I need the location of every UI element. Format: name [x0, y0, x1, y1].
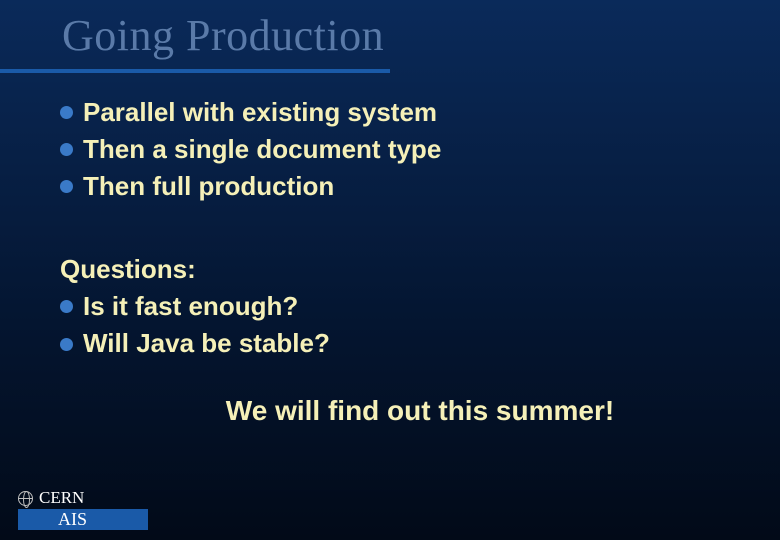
question-item: Will Java be stable?	[60, 326, 740, 361]
bullet-text: Then full production	[83, 169, 334, 204]
slide-content: Parallel with existing system Then a sin…	[0, 73, 780, 429]
bullet-icon	[60, 143, 73, 156]
bullet-icon	[60, 338, 73, 351]
globe-icon	[18, 491, 33, 506]
question-text: Is it fast enough?	[83, 289, 298, 324]
footer: CERN AIS	[18, 488, 148, 530]
bullet-text: Then a single document type	[83, 132, 441, 167]
question-item: Is it fast enough?	[60, 289, 740, 324]
questions-heading: Questions:	[60, 252, 740, 287]
bullet-text: Parallel with existing system	[83, 95, 437, 130]
questions-block: Questions: Is it fast enough? Will Java …	[60, 252, 740, 361]
bullet-icon	[60, 106, 73, 119]
bullet-icon	[60, 300, 73, 313]
bullet-item: Then full production	[60, 169, 740, 204]
bullet-icon	[60, 180, 73, 193]
slide-title: Going Production	[0, 0, 780, 69]
question-text: Will Java be stable?	[83, 326, 330, 361]
bullet-item: Parallel with existing system	[60, 95, 740, 130]
closing-statement: We will find out this summer!	[60, 392, 740, 430]
footer-org-line: CERN	[18, 488, 148, 508]
bullet-item: Then a single document type	[60, 132, 740, 167]
footer-org: CERN	[39, 488, 84, 508]
footer-dept-bar: AIS	[18, 509, 148, 530]
footer-dept: AIS	[58, 509, 87, 529]
